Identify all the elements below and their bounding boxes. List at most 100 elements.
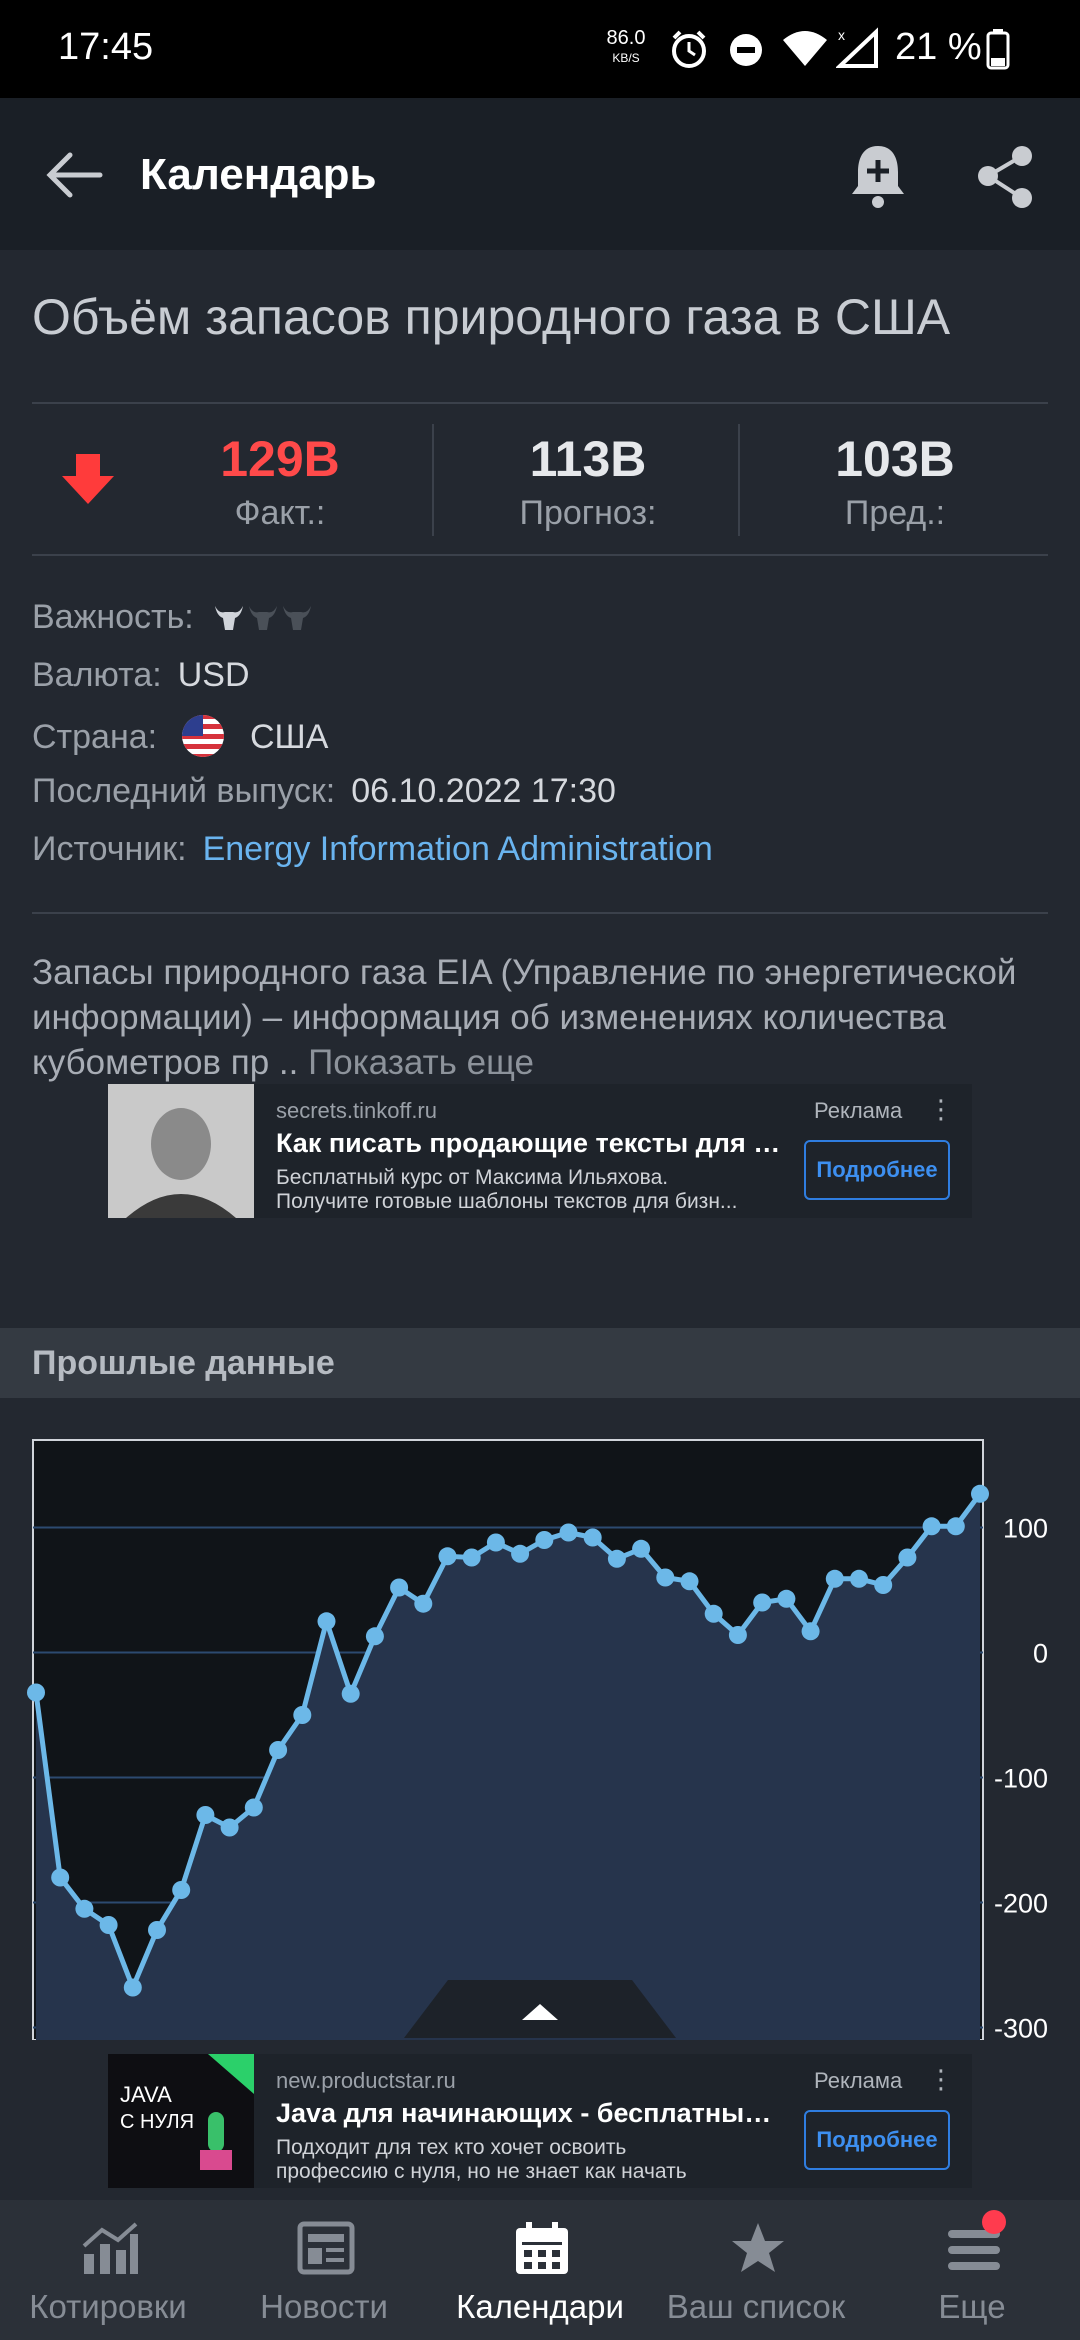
data-point[interactable] (753, 1593, 772, 1612)
data-point[interactable] (244, 1798, 263, 1817)
calendar-icon (516, 2222, 568, 2274)
y-tick-label: 0 (1033, 1639, 1048, 1669)
data-point[interactable] (632, 1539, 651, 1558)
release-row: Последний выпуск: 06.10.2022 17:30 (32, 772, 616, 810)
signal-icon: x (836, 27, 878, 68)
divider (32, 402, 1048, 404)
expand-chart-tab[interactable] (404, 1980, 676, 2038)
ad-thumbnail: JAVA С НУЛЯ (108, 2054, 254, 2188)
data-point[interactable] (293, 1706, 312, 1724)
data-point[interactable] (559, 1523, 578, 1542)
country-value: США (249, 718, 329, 756)
star-icon (732, 2223, 784, 2272)
data-point[interactable] (971, 1484, 989, 1503)
us-flag-icon (181, 715, 224, 757)
ad-headline: Java для начинающих - бесплатный ... (276, 2098, 786, 2128)
chart-icon (82, 2222, 138, 2274)
dnd-icon (730, 34, 762, 66)
share-icon[interactable] (974, 142, 1038, 210)
data-point[interactable] (874, 1576, 893, 1594)
data-point[interactable] (946, 1517, 965, 1536)
ad-label: Реклама (814, 1098, 903, 1123)
data-point[interactable] (123, 1978, 142, 1997)
data-point[interactable] (922, 1517, 941, 1536)
data-point[interactable] (680, 1572, 699, 1591)
notification-badge (982, 2210, 1006, 2234)
y-tick-label: -100 (994, 1764, 1048, 1794)
data-point[interactable] (704, 1604, 723, 1623)
release-value: 06.10.2022 17:30 (351, 772, 616, 810)
data-point[interactable] (535, 1531, 554, 1549)
data-point[interactable] (656, 1568, 675, 1587)
ad-banner[interactable]: JAVA С НУЛЯ new.productstar.ru Реклама ⋮… (108, 2054, 972, 2188)
data-point[interactable] (898, 1548, 917, 1567)
source-link[interactable]: Energy Information Administration (203, 830, 713, 868)
add-alert-icon[interactable] (846, 142, 910, 210)
data-point[interactable] (583, 1528, 602, 1547)
data-point[interactable] (728, 1626, 747, 1644)
down-arrow-icon (62, 454, 114, 504)
svg-text:С НУЛЯ: С НУЛЯ (120, 2111, 194, 2133)
actual-value: 129B (220, 431, 340, 487)
ad-menu-icon[interactable]: ⋮ (928, 1094, 954, 1125)
data-point[interactable] (390, 1578, 409, 1597)
divider (32, 554, 1048, 556)
show-more-link[interactable]: Показать еще (308, 1043, 534, 1082)
past-data-title: Прошлые данные (32, 1344, 335, 1382)
nav-item-calendar[interactable]: Календари (432, 2200, 648, 2340)
y-tick-label: 100 (1003, 1514, 1048, 1544)
data-point[interactable] (511, 1544, 530, 1563)
data-point[interactable] (99, 1916, 118, 1934)
data-point[interactable] (825, 1569, 844, 1588)
data-point[interactable] (172, 1881, 191, 1899)
network-speed: 86.0 KB/S (606, 27, 646, 65)
nav-item-watchlist[interactable]: Ваш список (648, 2200, 864, 2340)
ad-domain: new.productstar.ru (276, 2068, 456, 2093)
data-point[interactable] (777, 1589, 796, 1608)
data-point[interactable] (196, 1806, 215, 1824)
data-point[interactable] (607, 1549, 626, 1568)
page-title: Календарь (140, 150, 377, 199)
data-point[interactable] (414, 1594, 433, 1613)
ad-cta-button[interactable]: Подробнее (804, 2110, 950, 2170)
data-point[interactable] (27, 1683, 45, 1702)
previous-value: 103B (835, 431, 955, 487)
svg-text:JAVA: JAVA (120, 2082, 172, 2107)
section-header: Прошлые данные (0, 1328, 1080, 1398)
history-chart[interactable]: 100 0 -100 -200 -300 (0, 1430, 1080, 2040)
data-point[interactable] (341, 1684, 360, 1703)
previous-label: Пред.: (844, 494, 946, 532)
ad-headline: Как писать продающие тексты для б... (276, 1128, 786, 1158)
currency-row: Валюта: USD (32, 656, 250, 694)
ad-body: Подходит для тех кто хочет освоить профе… (276, 2136, 687, 2183)
divider (32, 912, 1048, 914)
data-point[interactable] (269, 1741, 288, 1759)
nav-item-more[interactable]: Еще (864, 2200, 1080, 2340)
nav-item-news[interactable]: Новости (216, 2200, 432, 2340)
currency-value: USD (177, 656, 250, 694)
data-point[interactable] (148, 1921, 166, 1939)
data-point[interactable] (486, 1533, 505, 1552)
data-point[interactable] (850, 1569, 868, 1588)
data-point[interactable] (317, 1612, 336, 1631)
data-point[interactable] (51, 1868, 70, 1887)
app-bar: Календарь (0, 98, 1080, 250)
back-arrow-icon[interactable] (44, 150, 104, 200)
data-point[interactable] (75, 1899, 94, 1918)
svg-text:x: x (838, 27, 845, 43)
ad-cta-button[interactable]: Подробнее (804, 1140, 950, 1200)
country-row: Страна: США (32, 714, 328, 758)
nav-item-quotes[interactable]: Котировки (0, 2200, 216, 2340)
bull-icon (249, 606, 278, 630)
data-point[interactable] (365, 1627, 384, 1646)
data-point[interactable] (801, 1622, 820, 1641)
data-point[interactable] (438, 1547, 457, 1566)
source-row: Источник: Energy Information Administrati… (32, 830, 713, 868)
ad-menu-icon[interactable]: ⋮ (928, 2064, 954, 2095)
ad-banner[interactable]: secrets.tinkoff.ru Реклама ⋮ Как писать … (108, 1084, 972, 1218)
importance-row: Важность: (32, 598, 317, 637)
actual-label: Факт.: (234, 494, 326, 532)
newspaper-icon (297, 2221, 355, 2275)
data-point[interactable] (220, 1818, 239, 1837)
data-point[interactable] (462, 1548, 481, 1567)
